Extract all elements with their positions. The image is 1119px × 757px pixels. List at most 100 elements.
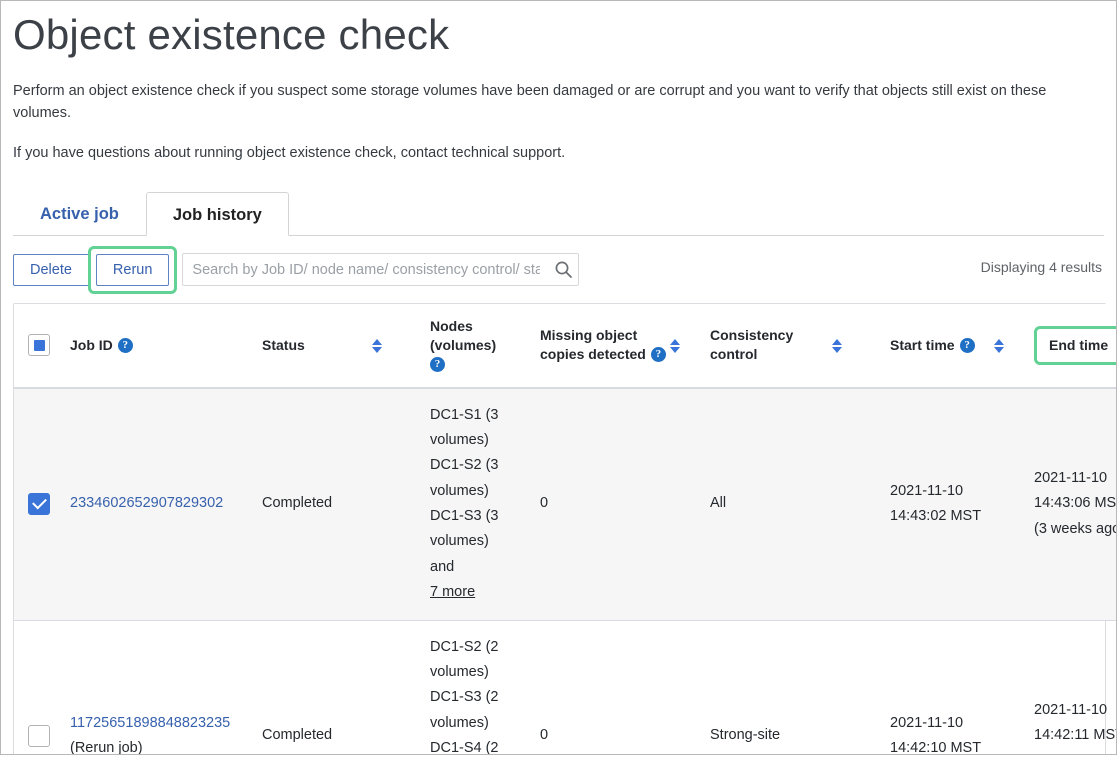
- nodes-more-prefix: and: [430, 555, 540, 580]
- nodes-more-link[interactable]: 7 more: [430, 584, 475, 600]
- row-status-cell: Completed: [262, 388, 370, 621]
- header-start-time-label: Start time: [890, 336, 955, 355]
- tab-job-history[interactable]: Job history: [146, 192, 289, 236]
- start-date: 2021-11-10: [890, 479, 992, 504]
- row-missing-copies-cell: 0: [540, 388, 668, 621]
- end-time-help-icon[interactable]: ?: [1116, 338, 1117, 353]
- job-id-subtext: (Rerun job): [70, 736, 262, 755]
- start-time: 14:43:02 MST: [890, 504, 992, 529]
- header-select-all-cell: [14, 304, 70, 388]
- row-missing-sort-spacer: [668, 388, 710, 621]
- rerun-button[interactable]: Rerun: [96, 254, 170, 286]
- sort-consistency-icon[interactable]: [830, 339, 843, 353]
- row-job-id-cell: 11725651898848823235 (Rerun job): [70, 620, 262, 755]
- delete-button[interactable]: Delete: [13, 254, 89, 286]
- start-date: 2021-11-10: [890, 711, 992, 736]
- tab-active-job[interactable]: Active job: [13, 191, 146, 235]
- results-count: Displaying 4 results: [981, 259, 1102, 275]
- header-job-id: Job ID ?: [70, 304, 262, 388]
- tab-bar: Active job Job history: [13, 191, 1104, 236]
- header-start-time: Start time ?: [890, 304, 992, 388]
- missing-copies-help-icon[interactable]: ?: [651, 347, 666, 362]
- page-title: Object existence check: [13, 9, 1104, 62]
- row-select-cell: [14, 388, 70, 621]
- row-end-time-cell: 2021-11-10 14:43:06 MST (3 weeks ago): [1034, 388, 1117, 621]
- page-frame: Object existence check Perform an object…: [0, 0, 1117, 755]
- start-time-help-icon[interactable]: ?: [960, 338, 975, 353]
- node-line: DC1-S3 (3: [430, 504, 540, 529]
- select-all-checkbox[interactable]: [28, 334, 50, 356]
- end-time: 14:43:06 MST: [1034, 491, 1117, 516]
- row-start-sort-spacer: [992, 388, 1034, 621]
- header-consistency-sort-cell: [830, 304, 890, 388]
- row-consistency-cell: All: [710, 388, 830, 621]
- node-line: volumes): [430, 529, 540, 554]
- header-nodes-label: Nodes (volumes): [430, 317, 540, 355]
- header-missing-sort-cell: [668, 304, 710, 388]
- row-status-cell: Completed: [262, 620, 370, 755]
- header-status-sort-cell: [370, 304, 430, 388]
- sort-missing-copies-icon[interactable]: [668, 339, 681, 353]
- row-nodes-cell: DC1-S2 (2 volumes) DC1-S3 (2 volumes) DC…: [430, 620, 540, 755]
- end-time-header-highlight[interactable]: End time ?: [1034, 326, 1117, 365]
- row-missing-sort-spacer: [668, 620, 710, 755]
- header-nodes: Nodes (volumes) ?: [430, 304, 540, 388]
- row-status-sort-spacer: [370, 388, 430, 621]
- action-button-group: Delete Rerun: [13, 246, 177, 294]
- node-line: DC1-S3 (2: [430, 685, 540, 710]
- row-checkbox[interactable]: [28, 725, 50, 747]
- end-time-relative: (3 weeks ago): [1034, 517, 1117, 542]
- header-missing-copies: Missing object copies detected ?: [540, 304, 668, 388]
- row-select-cell: [14, 620, 70, 755]
- jobs-table-container: Job ID ? Status Nodes (volumes) ?: [13, 303, 1106, 755]
- node-line: DC1-S1 (3: [430, 403, 540, 428]
- row-start-time-cell: 2021-11-10 14:42:10 MST: [890, 620, 992, 755]
- table-row[interactable]: 11725651898848823235 (Rerun job) Complet…: [14, 620, 1117, 755]
- header-end-time-label: End time: [1049, 336, 1108, 355]
- job-id-help-icon[interactable]: ?: [118, 338, 133, 353]
- node-line: volumes): [430, 479, 540, 504]
- node-line: DC1-S2 (3: [430, 453, 540, 478]
- table-header-row: Job ID ? Status Nodes (volumes) ?: [14, 304, 1117, 388]
- job-id-link[interactable]: 11725651898848823235: [70, 715, 230, 731]
- nodes-help-icon[interactable]: ?: [430, 357, 445, 372]
- header-start-sort-cell: [992, 304, 1034, 388]
- rerun-button-highlight: Rerun: [88, 246, 178, 294]
- job-id-link[interactable]: 2334602652907829302: [70, 495, 223, 511]
- header-job-id-label: Job ID: [70, 336, 113, 355]
- search-icon[interactable]: [548, 260, 578, 279]
- row-end-time-cell: 2021-11-10 14:42:11 MST (17 minutes ago): [1034, 620, 1117, 755]
- header-consistency-line2: control: [710, 345, 830, 364]
- header-end-time: End time ?: [1034, 304, 1117, 388]
- row-consistency-sort-spacer: [830, 620, 890, 755]
- row-nodes-cell: DC1-S1 (3 volumes) DC1-S2 (3 volumes) DC…: [430, 388, 540, 621]
- header-consistency-line1: Consistency: [710, 326, 830, 345]
- end-date: 2021-11-10: [1034, 466, 1117, 491]
- end-time: 14:42:11 MST: [1034, 723, 1117, 748]
- row-start-time-cell: 2021-11-10 14:43:02 MST: [890, 388, 992, 621]
- nodes-more-line: and 7 more: [430, 555, 540, 606]
- table-row[interactable]: 2334602652907829302 Completed DC1-S1 (3 …: [14, 388, 1117, 621]
- row-checkbox[interactable]: [28, 493, 50, 515]
- sort-start-time-icon[interactable]: [992, 339, 1005, 353]
- header-missing-line2: copies detected: [540, 345, 646, 364]
- search-box[interactable]: [182, 253, 579, 286]
- row-consistency-cell: Strong-site: [710, 620, 830, 755]
- node-line: volumes): [430, 711, 540, 736]
- start-time: 14:42:10 MST: [890, 736, 992, 755]
- row-job-id-cell: 2334602652907829302: [70, 388, 262, 621]
- end-date: 2021-11-10: [1034, 698, 1117, 723]
- header-consistency: Consistency control: [710, 304, 830, 388]
- row-missing-copies-cell: 0: [540, 620, 668, 755]
- node-line: DC1-S2 (2: [430, 635, 540, 660]
- node-line: volumes): [430, 428, 540, 453]
- row-start-sort-spacer: [992, 620, 1034, 755]
- row-status-sort-spacer: [370, 620, 430, 755]
- header-status: Status: [262, 304, 370, 388]
- search-input[interactable]: [183, 254, 548, 285]
- row-consistency-sort-spacer: [830, 388, 890, 621]
- page-description-2: If you have questions about running obje…: [13, 142, 1093, 164]
- end-time-relative: (17 minutes ago): [1034, 749, 1117, 755]
- node-line: volumes): [430, 660, 540, 685]
- sort-status-icon[interactable]: [370, 339, 383, 353]
